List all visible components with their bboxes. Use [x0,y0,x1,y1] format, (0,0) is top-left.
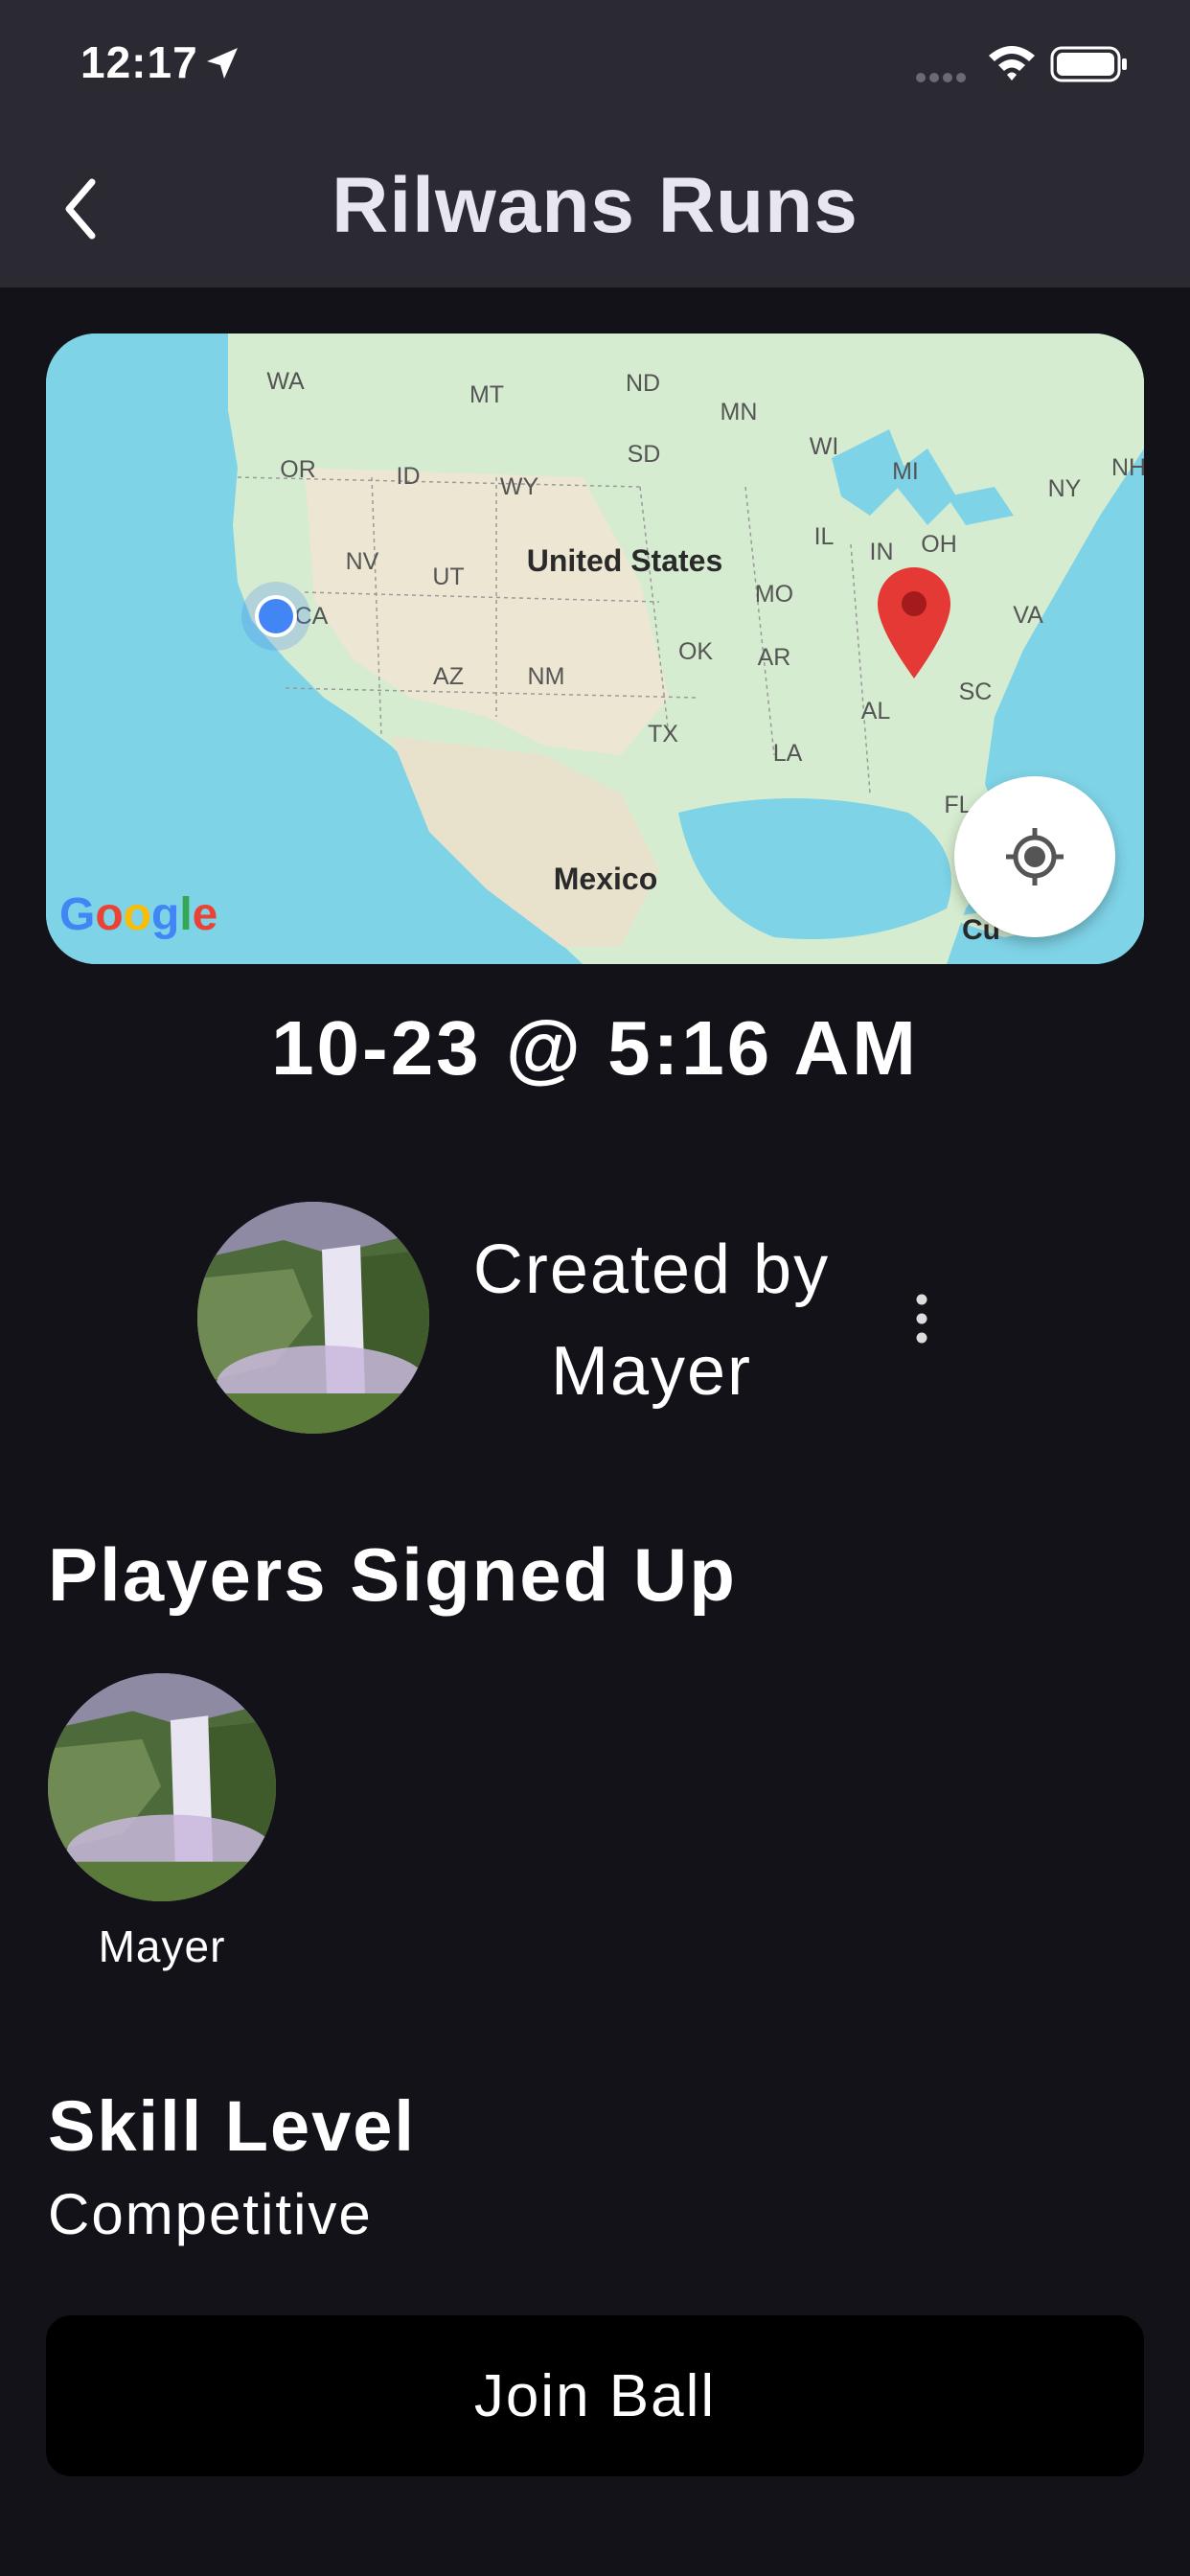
map-state-label: MO [755,581,793,608]
map-state-label: OR [280,456,316,483]
creator-name: Mayer [550,1333,753,1410]
map-state-label: MT [469,381,504,408]
map-state-label: SD [628,441,661,468]
map-state-label: VA [1013,602,1043,629]
wifi-icon [989,46,1035,80]
map-state-label: AZ [433,663,464,690]
creator-avatar[interactable] [197,1202,429,1434]
skill-level-value: Competitive [48,2182,373,2246]
status-bar: 12:17 [0,0,1190,125]
more-options-button[interactable] [904,1292,939,1346]
waterfall-avatar-image [48,1673,276,1901]
map-state-label: ID [397,463,421,490]
map-state-label: NM [528,663,565,690]
map-state-label: MN [721,399,758,426]
map-state-label: OH [921,531,957,558]
user-location-icon [241,582,310,651]
map-state-label: NH [1111,454,1144,481]
join-ball-button[interactable]: Join Ball [46,2315,1144,2476]
google-logo: Google [59,889,217,940]
map-state-label: IN [870,539,894,565]
recenter-button[interactable] [954,776,1115,937]
map-state-label: LA [773,740,803,767]
map-state-label: AR [758,644,791,671]
map-state-label: NV [346,548,379,575]
map-state-label: WY [500,473,539,500]
map-state-label: IL [814,523,835,550]
created-by-label: Created by [472,1231,831,1308]
skill-level-heading: Skill Level [48,2086,416,2166]
status-time: 12:17 [80,37,198,87]
location-arrow-icon [207,48,238,79]
map-country-label: Mexico [554,862,657,896]
battery-icon [1050,46,1127,82]
creator-info: Created by Mayer [441,1219,862,1422]
player-avatar[interactable] [48,1673,276,1901]
map-state-label: ND [626,370,660,397]
map-state-label: MI [892,458,919,485]
map-state-label: SC [959,678,993,705]
waterfall-avatar-image [197,1202,429,1434]
map-state-label: AL [861,698,891,724]
players-heading: Players Signed Up [48,1532,737,1617]
map-state-label: OK [678,638,713,665]
map-country-label: United States [527,543,722,578]
player-name: Mayer [98,1921,226,1971]
map-state-label: NY [1048,475,1082,502]
map-state-label: WI [810,433,839,460]
map-state-label: TX [648,721,678,748]
event-datetime: 10-23 @ 5:16 AM [271,1005,919,1091]
nav-bar: Rilwans Runs [0,125,1190,288]
page-title: Rilwans Runs [332,162,858,249]
cellular-signal-icon [916,73,966,82]
my-location-icon [1006,828,1064,886]
map-state-label: UT [432,564,464,590]
map-state-label: WA [266,368,305,395]
